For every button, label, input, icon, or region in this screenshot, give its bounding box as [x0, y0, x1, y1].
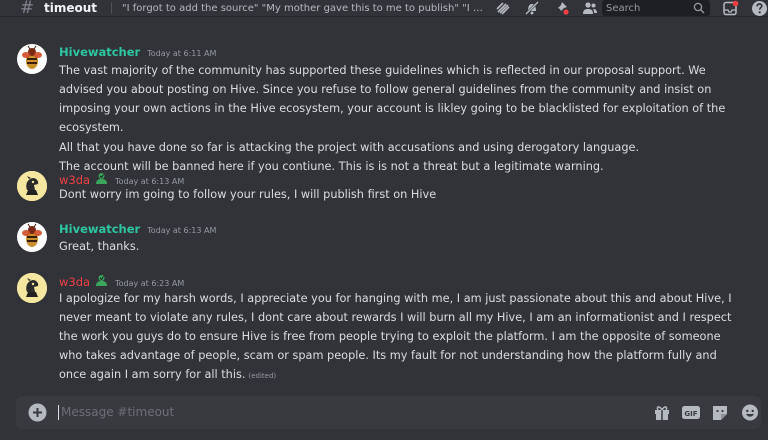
help-icon[interactable] [751, 0, 768, 17]
message-input[interactable]: Message #timeout [61, 405, 174, 419]
channel-name: timeout [44, 1, 98, 15]
gif-icon[interactable]: GIF [681, 403, 701, 422]
message-text: Dont worry im going to follow your rules… [59, 188, 437, 201]
members-icon[interactable] [580, 0, 600, 17]
text-caret [58, 405, 59, 420]
svg-text:GIF: GIF [684, 410, 697, 418]
avatar[interactable] [17, 171, 47, 201]
username[interactable]: w3da [59, 275, 90, 289]
inbox-icon[interactable] [722, 0, 739, 17]
bee-avatar-icon [22, 45, 42, 69]
username[interactable]: Hivewatcher [59, 222, 140, 236]
search-input[interactable]: Search [602, 0, 710, 16]
knight-avatar-icon [17, 273, 47, 303]
username[interactable]: Hivewatcher [59, 45, 140, 59]
message-composer[interactable]: Message #timeout GIF [16, 396, 761, 429]
avatar[interactable] [17, 222, 47, 252]
channel-hash-icon: # [19, 0, 35, 18]
search-placeholder: Search [606, 2, 641, 14]
emoji-icon[interactable] [740, 403, 760, 422]
channel-topic[interactable]: "I forgot to add the source" "My mother … [122, 3, 484, 14]
timestamp: Today at 6:23 AM [115, 279, 185, 288]
bee-avatar-icon [22, 223, 42, 247]
gift-icon[interactable] [652, 403, 672, 422]
timestamp: Today at 6:11 AM [147, 49, 217, 58]
timestamp: Today at 6:13 AM [147, 226, 217, 235]
header-divider [111, 2, 113, 14]
knight-avatar-icon [17, 171, 47, 201]
mute-icon[interactable] [522, 0, 542, 17]
role-badge-icon [96, 275, 108, 286]
message-text: I apologize for my harsh words, I apprec… [59, 292, 732, 381]
edited-label: (edited) [248, 372, 277, 380]
threads-icon[interactable] [493, 0, 513, 17]
search-icon [693, 2, 705, 14]
role-badge-icon [96, 173, 108, 184]
avatar[interactable] [17, 44, 47, 74]
avatar[interactable] [17, 273, 47, 303]
message-text: All that you have done so far is attacki… [59, 141, 640, 154]
message-text: The vast majority of the community has s… [59, 64, 726, 134]
message-text: Great, thanks. [59, 240, 140, 253]
pin-icon[interactable] [551, 0, 571, 17]
add-attachment-icon[interactable] [28, 403, 47, 422]
sticker-icon[interactable] [710, 403, 730, 422]
